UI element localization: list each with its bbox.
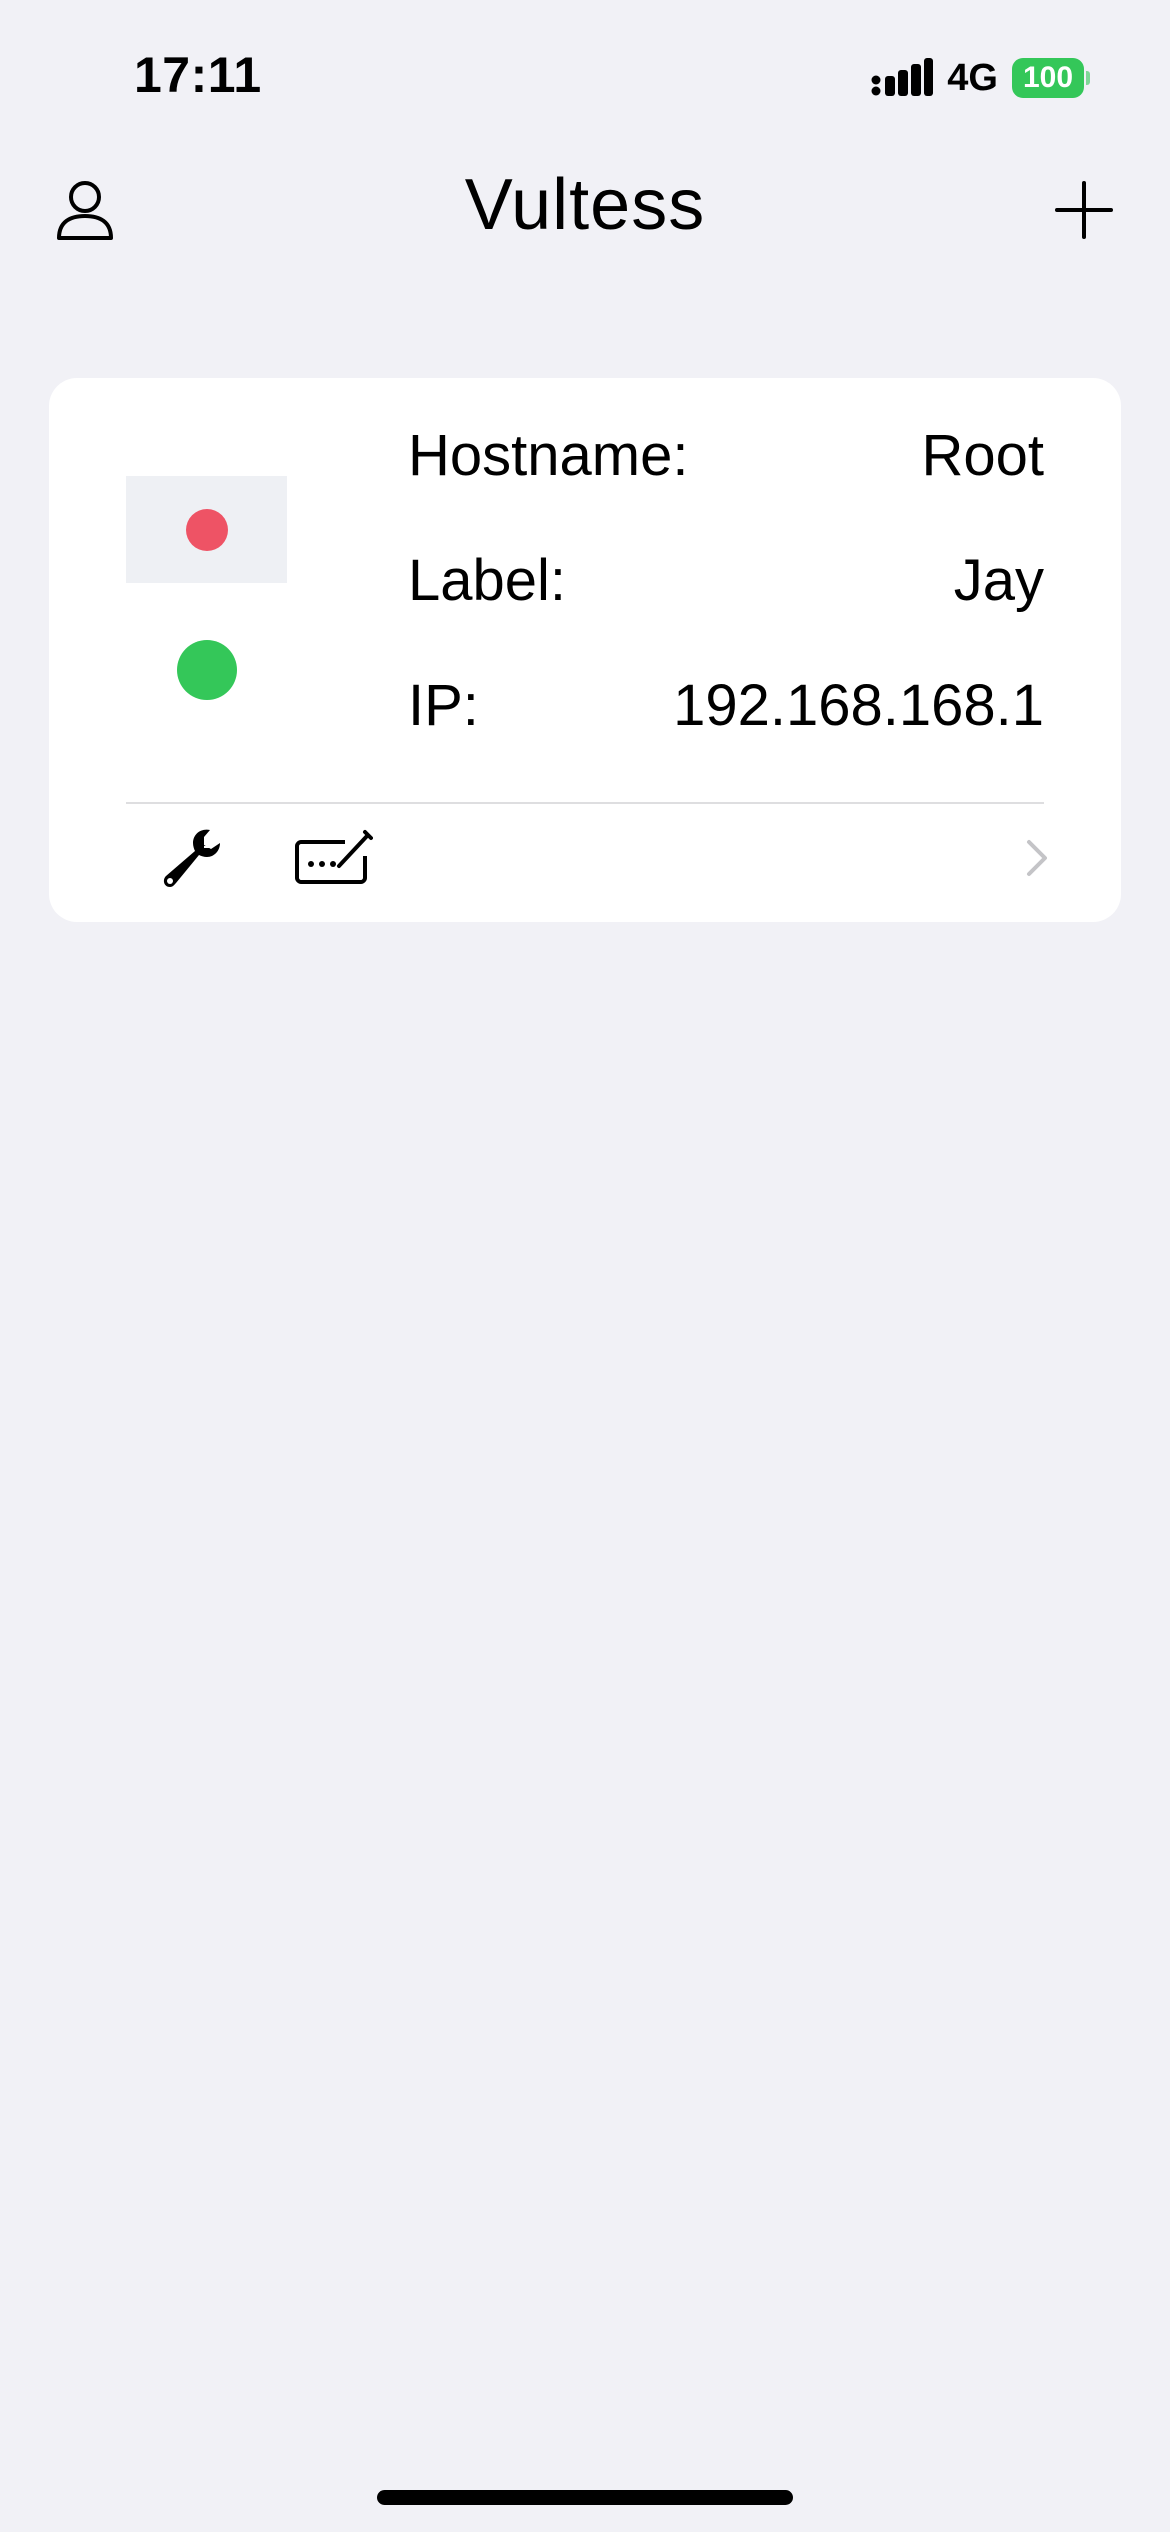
label-row: Label: Jay: [408, 545, 1044, 615]
tools-button[interactable]: [152, 818, 232, 898]
hostname-row: Hostname: Root: [408, 420, 1044, 490]
battery-nub: [1086, 71, 1090, 85]
status-online-indicator: [177, 640, 237, 700]
wrench-icon: [163, 829, 220, 887]
page-title: Vultess: [464, 165, 706, 245]
status-indicators: 4G 100: [871, 56, 1090, 100]
cellular-signal-icon: [871, 58, 934, 96]
battery-level: 100: [1012, 58, 1084, 98]
console-edit-icon: [295, 830, 373, 884]
home-indicator[interactable]: [377, 2490, 793, 2505]
navigation-bar: Vultess: [0, 150, 1170, 270]
label-value: Jay: [953, 547, 1044, 613]
flag-icon: [126, 476, 287, 583]
network-type: 4G: [947, 56, 998, 99]
ip-value: 192.168.168.1: [673, 672, 1044, 738]
chevron-right-icon: [1027, 840, 1047, 876]
ip-row: IP: 192.168.168.1: [408, 670, 1044, 740]
status-time: 17:11: [134, 47, 262, 103]
flag-circle: [185, 508, 228, 551]
hostname-label: Hostname:: [408, 422, 689, 488]
card-divider: [126, 802, 1044, 804]
add-server-button[interactable]: [1048, 174, 1120, 246]
server-detail-button[interactable]: [1017, 826, 1057, 890]
console-button[interactable]: [294, 818, 374, 898]
ip-label: IP:: [408, 672, 479, 738]
label-label: Label:: [408, 547, 567, 613]
server-card[interactable]: Hostname: Root Label: Jay IP: 192.168.16…: [49, 378, 1121, 922]
battery-icon: 100: [1012, 58, 1090, 98]
status-bar: 17:11 4G 100: [0, 0, 1170, 150]
plus-icon: [1055, 181, 1113, 239]
hostname-value: Root: [921, 422, 1044, 488]
